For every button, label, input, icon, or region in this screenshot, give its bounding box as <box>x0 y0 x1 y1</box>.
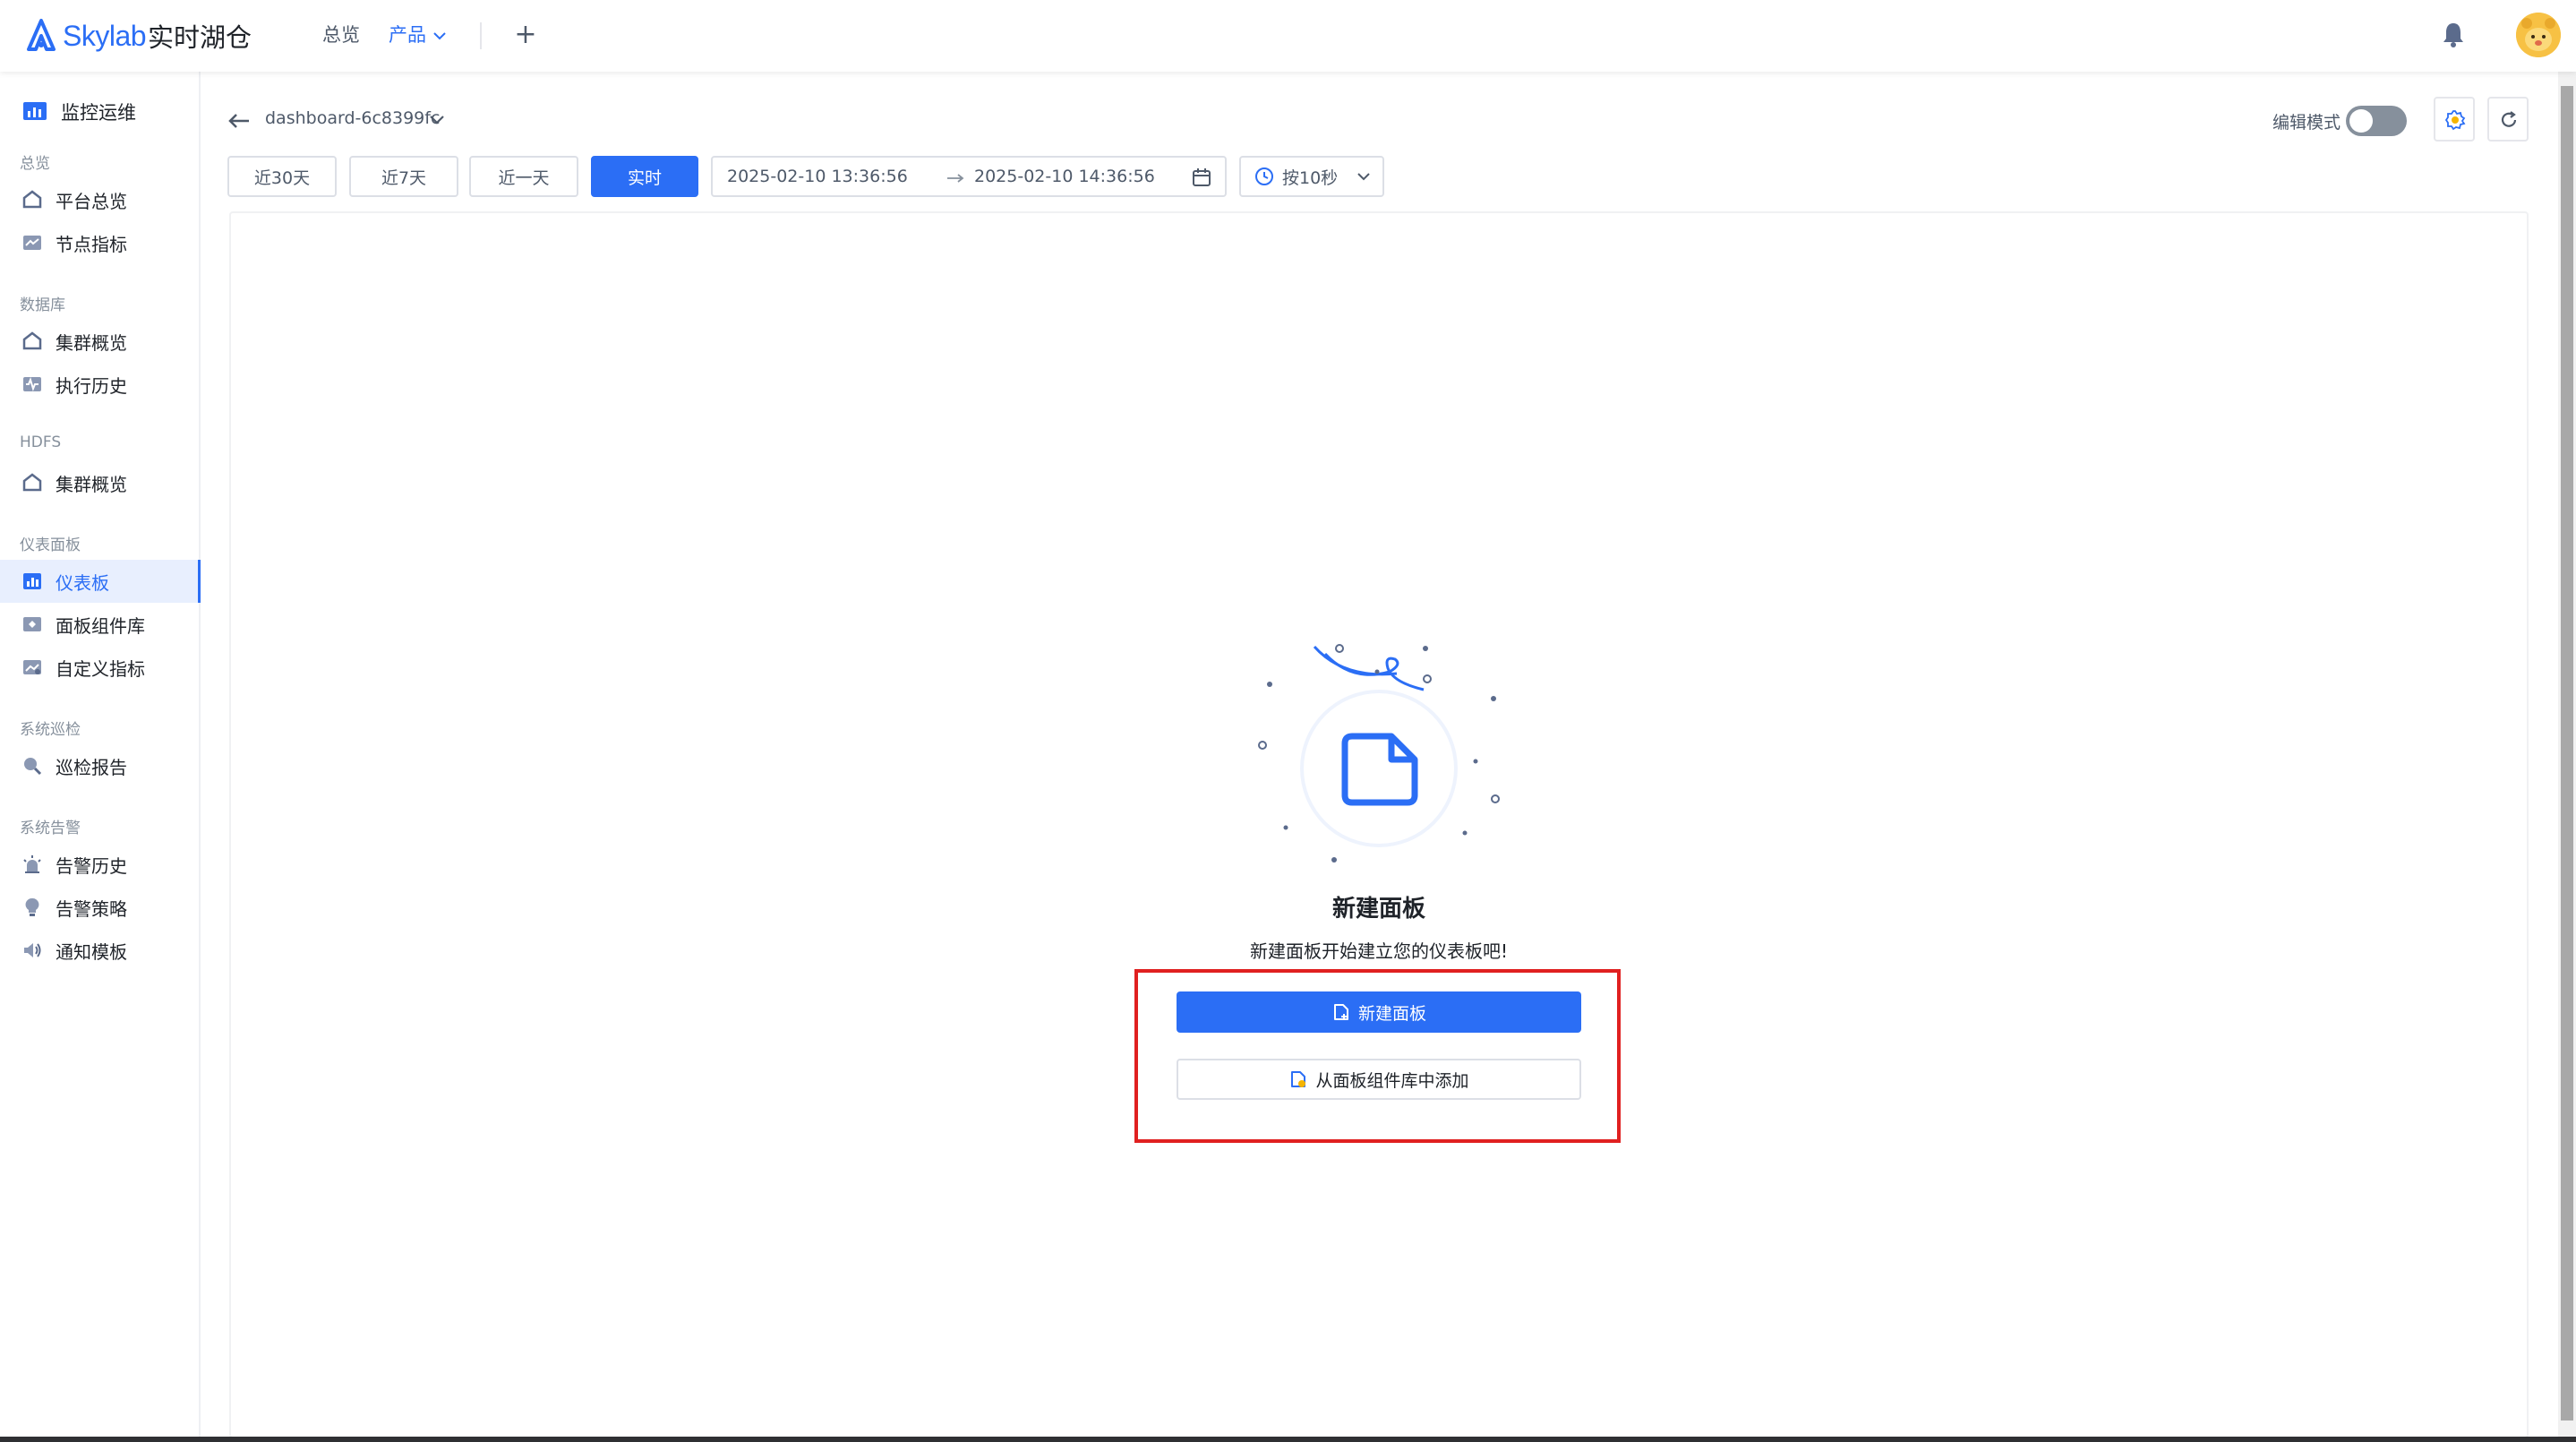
settings-button[interactable] <box>2434 97 2475 142</box>
sidebar-item-label: 节点指标 <box>56 233 127 255</box>
monitor-chart-icon <box>23 102 47 120</box>
edit-mode-toggle[interactable] <box>2346 106 2407 136</box>
sidebar-item-component-library[interactable]: 面板组件库 <box>0 603 201 646</box>
add-tab-button[interactable]: + <box>512 20 539 50</box>
clock-icon <box>1255 167 1273 185</box>
back-arrow-icon[interactable] <box>226 109 252 133</box>
home-icon <box>22 190 42 209</box>
sidebar-item-label: 执行历史 <box>56 374 127 397</box>
sidebar: 监控运维 总览 平台总览 节点指标 数据库 集群概览 执行历史 HDFS 集群概… <box>0 72 201 1437</box>
alarm-icon <box>23 855 41 873</box>
refresh-interval-select[interactable]: 按10秒 <box>1239 156 1384 197</box>
sidebar-group-title: 系统告警 <box>20 820 81 837</box>
range-7d-button[interactable]: 近7天 <box>349 156 458 197</box>
speaker-icon <box>24 943 41 957</box>
calendar-icon <box>1193 168 1211 186</box>
sidebar-item-label: 巡检报告 <box>56 756 127 778</box>
skylab-logo-icon <box>27 19 56 51</box>
nav-product[interactable]: 产品 <box>389 21 447 48</box>
sidebar-group-title: 数据库 <box>20 296 65 314</box>
avatar-face-icon <box>2516 13 2561 57</box>
sidebar-item-inspection-report[interactable]: 巡检报告 <box>0 744 201 787</box>
sidebar-item-db-cluster-overview[interactable]: 集群概览 <box>0 320 201 363</box>
sidebar-item-label: 通知模板 <box>56 940 127 963</box>
nav-product-label: 产品 <box>389 24 426 46</box>
sidebar-item-label: 平台总览 <box>56 190 127 212</box>
sidebar-item-label: 仪表板 <box>56 571 109 594</box>
start-time-input[interactable]: 2025-02-10 13:36:56 <box>727 167 908 186</box>
brand-name: Skylab <box>63 19 147 52</box>
range-realtime-button[interactable]: 实时 <box>591 156 698 197</box>
sidebar-item-custom-metrics[interactable]: 自定义指标 <box>0 646 201 689</box>
create-panel-label: 新建面板 <box>1357 1003 1426 1024</box>
sidebar-item-label: 集群概览 <box>56 331 127 354</box>
arrow-right-icon <box>947 174 964 183</box>
refresh-button[interactable] <box>2487 97 2529 142</box>
sidebar-item-label: 告警策略 <box>56 897 127 920</box>
sidebar-item-label: 自定义指标 <box>56 657 145 680</box>
new-file-icon <box>1333 1004 1348 1020</box>
sidebar-item-label: 集群概览 <box>56 473 127 495</box>
component-icon <box>23 617 41 631</box>
brand-logo[interactable]: Skylab 实时湖仓 <box>25 16 252 56</box>
toggle-knob <box>2349 109 2373 133</box>
empty-state-description: 新建面板开始建立您的仪表板吧! <box>1249 940 1509 962</box>
sidebar-item-label: 面板组件库 <box>56 614 145 637</box>
bell-icon[interactable] <box>2439 20 2468 50</box>
refresh-icon <box>2501 111 2517 127</box>
library-add-icon <box>1291 1071 1306 1087</box>
edit-mode-label: 编辑模式 <box>2272 113 2341 133</box>
chevron-down-icon[interactable] <box>428 113 446 127</box>
search-icon <box>24 758 42 776</box>
window-bottom-edge <box>0 1437 2576 1442</box>
sidebar-item-dashboard[interactable]: 仪表板 <box>0 560 201 603</box>
sidebar-group-title: 仪表面板 <box>20 536 81 554</box>
sidebar-item-execution-history[interactable]: 执行历史 <box>0 363 201 406</box>
metric-icon <box>23 660 41 674</box>
sidebar-item-alert-policy[interactable]: 告警策略 <box>0 886 201 929</box>
gear-icon <box>2444 110 2466 131</box>
range-1d-button[interactable]: 近一天 <box>469 156 578 197</box>
user-avatar[interactable] <box>2516 13 2561 57</box>
sidebar-item-node-metrics[interactable]: 节点指标 <box>0 221 201 264</box>
waveform-icon <box>23 376 41 392</box>
home-icon <box>22 473 42 492</box>
add-from-library-button[interactable]: 从面板组件库中添加 <box>1177 1059 1581 1100</box>
empty-state-title: 新建面板 <box>1331 896 1425 923</box>
sidebar-header: 监控运维 <box>21 99 136 125</box>
interval-label: 按10秒 <box>1282 167 1339 188</box>
vertical-scrollbar[interactable] <box>2558 72 2576 1437</box>
nav-overview[interactable]: 总览 <box>322 21 360 48</box>
home-icon <box>22 331 42 350</box>
scrollbar-thumb[interactable] <box>2561 86 2573 1421</box>
range-30d-button[interactable]: 近30天 <box>227 156 337 197</box>
line-chart-icon <box>23 236 41 250</box>
date-range-picker[interactable]: 2025-02-10 13:36:56 2025-02-10 14:36:56 <box>711 156 1227 197</box>
empty-dashboard-illustration <box>1258 644 1500 863</box>
add-from-library-label: 从面板组件库中添加 <box>1315 1070 1469 1091</box>
sidebar-group-title: 系统巡检 <box>20 721 81 739</box>
sidebar-item-hdfs-cluster-overview[interactable]: 集群概览 <box>0 461 201 504</box>
sidebar-group-title: 总览 <box>20 155 50 173</box>
chevron-down-icon <box>432 32 446 40</box>
product-title: 实时湖仓 <box>148 22 252 53</box>
sidebar-header-label: 监控运维 <box>61 102 136 124</box>
dashboard-name[interactable]: dashboard-6c8399fc <box>265 108 440 128</box>
top-navbar: Skylab 实时湖仓 总览 产品 + <box>0 0 2576 72</box>
end-time-input[interactable]: 2025-02-10 14:36:56 <box>974 167 1155 186</box>
nav-divider <box>480 22 482 49</box>
sidebar-item-alert-history[interactable]: 告警历史 <box>0 843 201 886</box>
sidebar-group-title: HDFS <box>20 433 62 451</box>
sidebar-item-notify-template[interactable]: 通知模板 <box>0 929 201 972</box>
chevron-down-icon <box>1357 173 1370 181</box>
create-panel-button[interactable]: 新建面板 <box>1177 991 1581 1033</box>
sidebar-item-platform-overview[interactable]: 平台总览 <box>0 178 201 221</box>
dashboard-icon <box>23 573 41 589</box>
bulb-icon <box>25 897 39 916</box>
sidebar-item-label: 告警历史 <box>56 854 127 877</box>
